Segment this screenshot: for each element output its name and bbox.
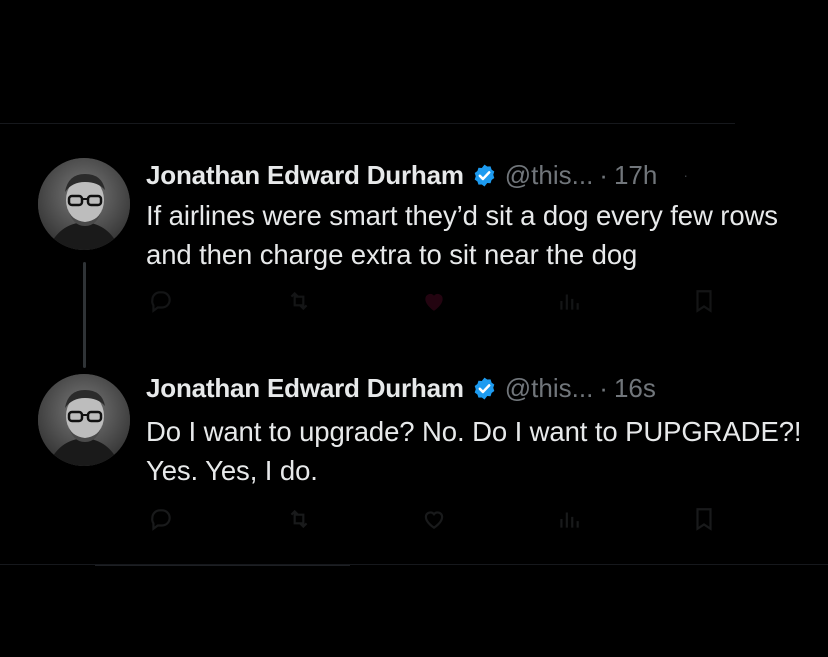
tweet-2[interactable]: Jonathan Edward Durham @this... · 16s Do… bbox=[0, 368, 828, 543]
reply-icon[interactable] bbox=[148, 506, 174, 532]
verified-badge-icon bbox=[474, 164, 495, 186]
avatar[interactable] bbox=[38, 374, 130, 466]
tweet-actions bbox=[146, 288, 726, 318]
author-handle[interactable]: @this... bbox=[505, 160, 594, 191]
tweet-1[interactable]: Jonathan Edward Durham @this... · 17h · … bbox=[0, 150, 828, 320]
tweet-header: Jonathan Edward Durham @this... · 17h · bbox=[146, 157, 688, 193]
bottom-divider-segment bbox=[95, 565, 350, 566]
author-handle[interactable]: @this... bbox=[505, 373, 594, 404]
separator-dot: · bbox=[599, 372, 608, 403]
bookmark-icon[interactable] bbox=[691, 288, 717, 314]
author-name[interactable]: Jonathan Edward Durham bbox=[146, 160, 464, 191]
heart-icon[interactable] bbox=[421, 288, 447, 314]
separator-dot: · bbox=[599, 159, 608, 190]
tweet-header: Jonathan Edward Durham @this... · 16s bbox=[146, 370, 656, 406]
views-icon[interactable] bbox=[556, 288, 582, 314]
top-divider bbox=[0, 123, 735, 124]
tweet-text: If airlines were smart they’d sit a dog … bbox=[146, 200, 778, 270]
tweet-text: Do I want to upgrade? No. Do I want to P… bbox=[146, 416, 802, 486]
tweet-actions bbox=[146, 506, 726, 536]
repost-icon[interactable] bbox=[286, 506, 312, 532]
timestamp[interactable]: 16s bbox=[614, 373, 656, 404]
more-icon[interactable]: · bbox=[683, 167, 688, 183]
avatar[interactable] bbox=[38, 158, 130, 250]
repost-icon[interactable] bbox=[286, 288, 312, 314]
bookmark-icon[interactable] bbox=[691, 506, 717, 532]
timestamp[interactable]: 17h bbox=[614, 160, 657, 191]
views-icon[interactable] bbox=[556, 506, 582, 532]
reply-icon[interactable] bbox=[148, 288, 174, 314]
verified-badge-icon bbox=[474, 377, 495, 399]
heart-icon[interactable] bbox=[421, 506, 447, 532]
author-name[interactable]: Jonathan Edward Durham bbox=[146, 373, 464, 404]
